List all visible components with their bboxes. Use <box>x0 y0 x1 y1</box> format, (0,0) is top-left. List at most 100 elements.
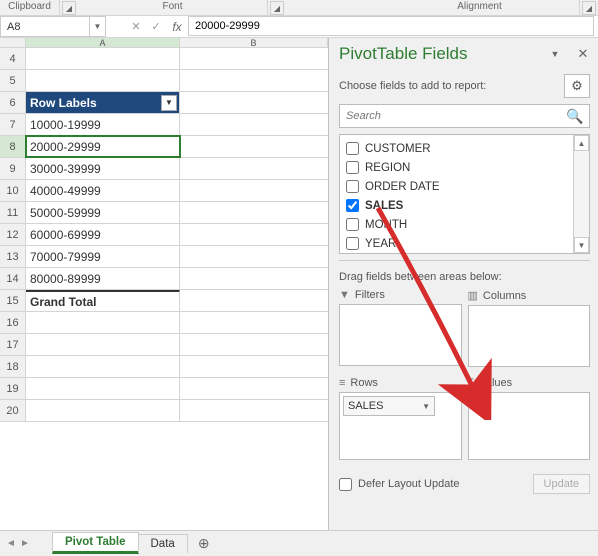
tab-pivot-table[interactable]: Pivot Table <box>52 532 139 554</box>
cell[interactable] <box>26 48 180 69</box>
field-item[interactable]: REGION <box>342 158 571 177</box>
cell[interactable]: 60000-69999 <box>26 224 180 245</box>
cell[interactable] <box>180 246 328 267</box>
dialog-launcher-icon[interactable]: ◢ <box>62 1 76 15</box>
field-checkbox[interactable] <box>346 199 359 212</box>
filters-drop-area[interactable] <box>339 304 462 366</box>
field-item[interactable]: YEAR <box>342 234 571 253</box>
update-button[interactable]: Update <box>533 474 590 494</box>
field-checkbox[interactable] <box>346 142 359 155</box>
name-box[interactable]: A8 <box>0 16 90 37</box>
field-checkbox[interactable] <box>346 180 359 193</box>
row-header[interactable]: 14 <box>0 268 26 289</box>
cell[interactable] <box>180 400 328 421</box>
cell[interactable] <box>180 334 328 355</box>
row-header[interactable]: 20 <box>0 400 26 421</box>
row-header[interactable]: 9 <box>0 158 26 179</box>
row-header[interactable]: 19 <box>0 378 26 399</box>
cell[interactable]: 20000-29999 <box>26 136 180 157</box>
cell[interactable]: 80000-89999 <box>26 268 180 289</box>
fx-icon[interactable]: fx <box>166 20 188 34</box>
gear-icon[interactable]: ⚙ <box>564 74 590 98</box>
row-header[interactable]: 17 <box>0 334 26 355</box>
cell[interactable] <box>180 202 328 223</box>
formula-bar-input[interactable] <box>188 16 594 36</box>
field-item[interactable]: MONTH <box>342 215 571 234</box>
cell[interactable] <box>180 224 328 245</box>
chevron-down-icon[interactable]: ▼ <box>422 402 430 411</box>
row-header[interactable]: 13 <box>0 246 26 267</box>
rowlabels-filter-icon[interactable]: ▼ <box>161 95 177 111</box>
tab-data[interactable]: Data <box>138 534 188 553</box>
columns-drop-area[interactable] <box>468 305 591 367</box>
cell[interactable]: Row Labels▼ <box>26 92 180 113</box>
cell[interactable] <box>26 378 180 399</box>
scroll-up-icon[interactable]: ▲ <box>574 135 589 151</box>
values-drop-area[interactable] <box>468 392 591 460</box>
field-item[interactable]: ORDER DATE <box>342 177 571 196</box>
column-header-a[interactable]: A <box>26 38 180 47</box>
cell[interactable] <box>180 158 328 179</box>
cell[interactable] <box>180 70 328 91</box>
cell[interactable]: 10000-19999 <box>26 114 180 135</box>
cell[interactable] <box>26 400 180 421</box>
cell[interactable] <box>180 290 328 311</box>
cell[interactable]: 30000-39999 <box>26 158 180 179</box>
cell[interactable] <box>180 180 328 201</box>
cell[interactable] <box>180 356 328 377</box>
cell[interactable]: 70000-79999 <box>26 246 180 267</box>
cell[interactable] <box>26 334 180 355</box>
row-header[interactable]: 8 <box>0 136 26 157</box>
name-box-dropdown-icon[interactable]: ▼ <box>90 16 106 37</box>
defer-layout-input[interactable] <box>339 478 352 491</box>
cell[interactable] <box>180 312 328 333</box>
row-header[interactable]: 6 <box>0 92 26 113</box>
close-icon[interactable]: ✕ <box>576 46 590 62</box>
cell[interactable] <box>180 268 328 289</box>
cell[interactable] <box>180 136 328 157</box>
field-item[interactable]: CUSTOMER <box>342 139 571 158</box>
dialog-launcher-icon[interactable]: ◢ <box>582 1 596 15</box>
worksheet-grid[interactable]: A B 456Row Labels▼710000-19999820000-299… <box>0 38 328 530</box>
tab-nav-next-icon[interactable]: ► <box>18 538 32 549</box>
cell[interactable] <box>180 378 328 399</box>
row-header[interactable]: 7 <box>0 114 26 135</box>
cell[interactable]: Grand Total <box>26 290 180 311</box>
row-header[interactable]: 18 <box>0 356 26 377</box>
row-header[interactable]: 4 <box>0 48 26 69</box>
cell[interactable] <box>26 356 180 377</box>
cell[interactable] <box>180 92 328 113</box>
cell[interactable] <box>180 114 328 135</box>
row-header[interactable]: 10 <box>0 180 26 201</box>
cancel-formula-icon[interactable]: ✕ <box>126 17 146 37</box>
enter-formula-icon[interactable]: ✓ <box>146 17 166 37</box>
add-sheet-icon[interactable]: ⊕ <box>193 535 215 552</box>
search-input[interactable] <box>340 105 561 127</box>
cell[interactable]: 40000-49999 <box>26 180 180 201</box>
cell[interactable]: 50000-59999 <box>26 202 180 223</box>
field-checkbox[interactable] <box>346 237 359 250</box>
tab-nav-prev-icon[interactable]: ◄ <box>4 538 18 549</box>
defer-layout-checkbox[interactable]: Defer Layout Update <box>339 478 533 491</box>
row-header[interactable]: 12 <box>0 224 26 245</box>
field-item[interactable]: SALES <box>342 196 571 215</box>
column-header-b[interactable]: B <box>180 38 328 47</box>
cell[interactable] <box>180 48 328 69</box>
row-field-chip[interactable]: SALES▼ <box>343 396 435 416</box>
dialog-launcher-icon[interactable]: ◢ <box>270 1 284 15</box>
field-search[interactable]: 🔍 <box>339 104 590 128</box>
pane-options-dropdown-icon[interactable]: ▼ <box>548 49 562 59</box>
row-header[interactable]: 15 <box>0 290 26 311</box>
rows-drop-area[interactable]: SALES▼ <box>339 392 462 460</box>
row-header[interactable]: 16 <box>0 312 26 333</box>
scrollbar[interactable]: ▲ ▼ <box>573 135 589 253</box>
row-header[interactable]: 5 <box>0 70 26 91</box>
field-checkbox[interactable] <box>346 218 359 231</box>
field-checkbox[interactable] <box>346 161 359 174</box>
formula-bar-row: A8 ▼ ✕ ✓ fx <box>0 16 598 38</box>
cell[interactable] <box>26 312 180 333</box>
cell[interactable] <box>26 70 180 91</box>
row-header[interactable]: 11 <box>0 202 26 223</box>
search-icon[interactable]: 🔍 <box>561 105 589 127</box>
scroll-down-icon[interactable]: ▼ <box>574 237 589 253</box>
